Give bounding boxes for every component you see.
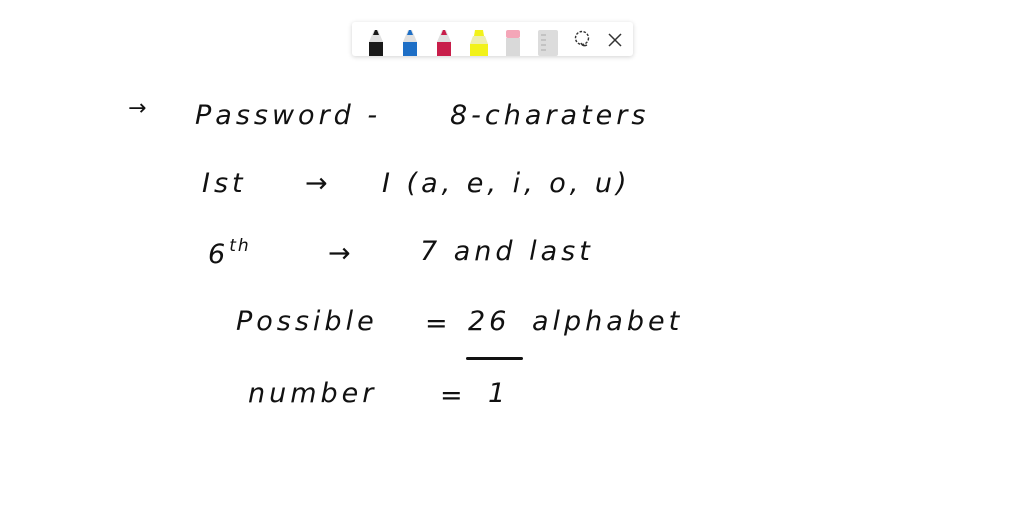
note-twenty-six: 26 xyxy=(468,306,511,337)
note-sixth-number: 6 xyxy=(208,239,230,270)
note-arrow-2: → xyxy=(305,168,332,199)
eraser-icon xyxy=(505,30,520,56)
close-icon xyxy=(608,33,622,47)
note-equals-1: = xyxy=(425,308,452,339)
black-pen-button[interactable] xyxy=(360,22,394,56)
ruler-button[interactable] xyxy=(531,22,565,56)
lasso-icon xyxy=(574,30,589,47)
ink-toolbar xyxy=(352,22,633,56)
lasso-button[interactable] xyxy=(565,22,599,56)
black-pen-icon xyxy=(369,30,383,56)
note-eight-characters: 8-charaters xyxy=(450,100,650,131)
blue-pen-icon xyxy=(403,30,418,56)
note-vowels: I (a, e, i, o, u) xyxy=(382,168,631,199)
red-pen-button[interactable] xyxy=(428,22,462,56)
note-equals-2: = xyxy=(440,380,467,411)
note-sixth: 6th xyxy=(208,236,251,270)
note-alphabet: alphabet xyxy=(532,306,684,337)
note-possible: Possible xyxy=(236,306,378,337)
underline-mark xyxy=(466,357,523,360)
bullet-arrow: → xyxy=(128,96,151,121)
note-first: Ist xyxy=(202,168,247,199)
highlighter-button[interactable] xyxy=(462,22,496,56)
note-one: 1 xyxy=(488,378,510,409)
close-button[interactable] xyxy=(599,22,633,56)
ruler-icon xyxy=(537,30,558,56)
highlighter-icon xyxy=(470,30,489,56)
eraser-button[interactable] xyxy=(497,22,531,56)
note-arrow-3: → xyxy=(328,238,355,269)
blue-pen-button[interactable] xyxy=(394,22,428,56)
note-seven-and-last: 7 and last xyxy=(420,236,594,267)
note-number: number xyxy=(248,378,378,409)
red-pen-icon xyxy=(437,30,452,56)
note-password: Password - xyxy=(195,100,382,131)
note-sixth-suffix: th xyxy=(229,236,251,256)
